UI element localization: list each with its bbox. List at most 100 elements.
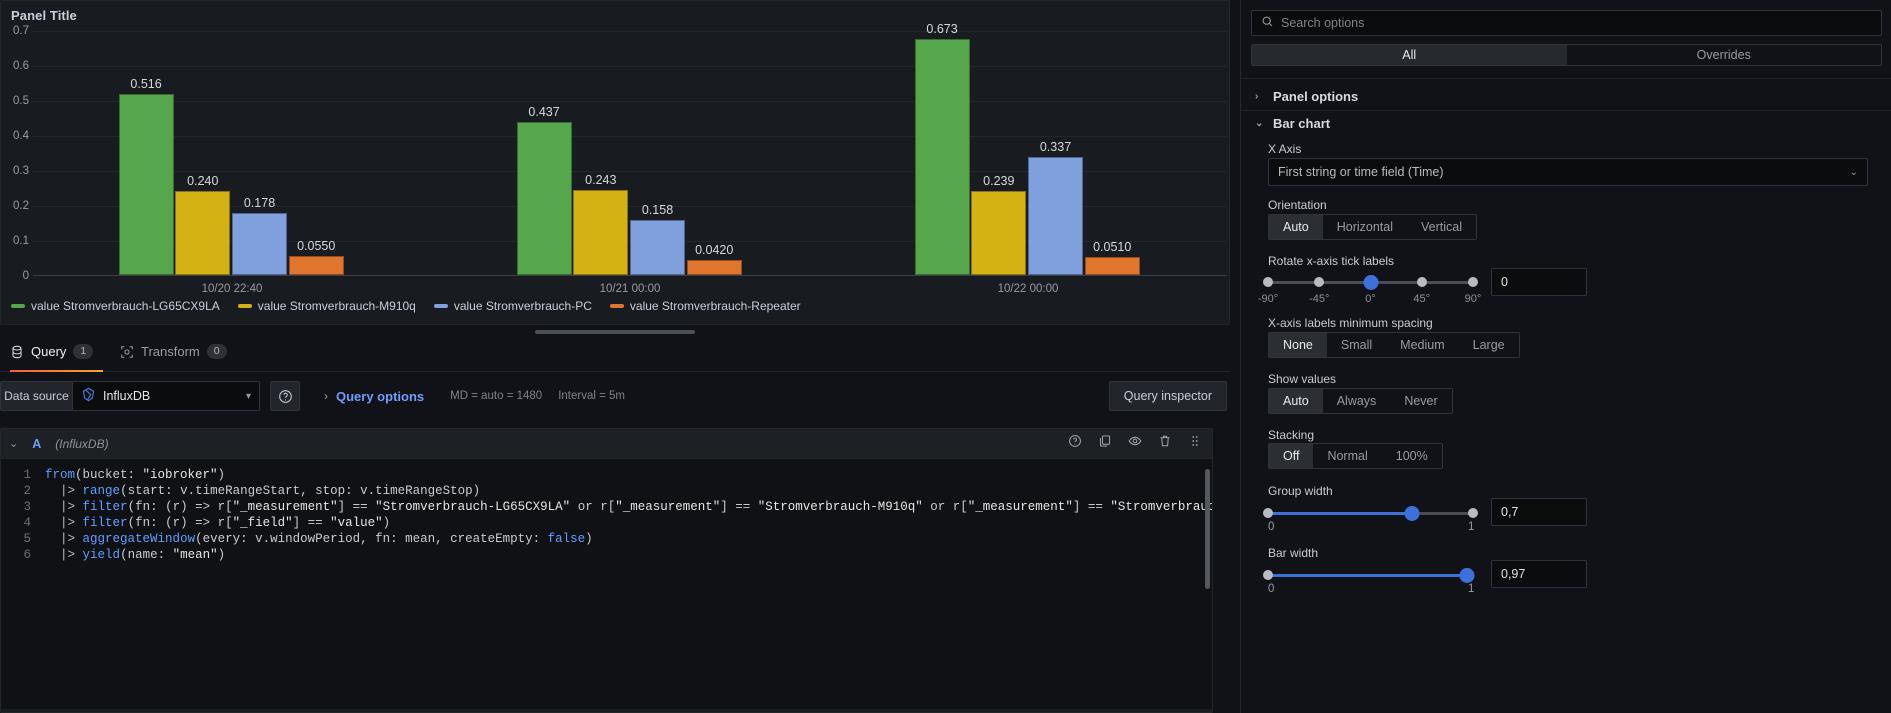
slider-dot-90[interactable]	[1468, 277, 1478, 287]
code-line-text[interactable]: |> yield(name: "mean")	[45, 547, 225, 563]
bar[interactable]	[971, 191, 1027, 275]
bar-width-input[interactable]: 0,97	[1491, 560, 1587, 588]
show-values-option-auto[interactable]: Auto	[1269, 389, 1323, 413]
stacking-option-100[interactable]: 100%	[1382, 444, 1442, 468]
x-axis-label: X Axis	[1268, 142, 1302, 156]
query-ref-id: A	[32, 436, 42, 451]
bar[interactable]	[573, 189, 629, 275]
legend-swatch	[433, 304, 448, 308]
duplicate-icon[interactable]	[1098, 434, 1112, 453]
slider-dot-max[interactable]	[1468, 508, 1478, 518]
gridline	[33, 31, 1227, 32]
slider-handle[interactable]	[1404, 506, 1419, 521]
bar[interactable]	[516, 122, 572, 275]
options-tab-overrides[interactable]: Overrides	[1567, 45, 1882, 65]
bar[interactable]	[630, 219, 685, 275]
y-axis-tick: 0	[22, 270, 29, 282]
section-bar-chart[interactable]: ⌄ Bar chart	[1255, 116, 1330, 131]
orientation-option-horizontal[interactable]: Horizontal	[1323, 215, 1407, 239]
options-filter-toggle[interactable]: All Overrides	[1251, 44, 1882, 66]
bar[interactable]	[118, 94, 174, 275]
query-options-toggle[interactable]: › Query options MD = auto = 1480 Interva…	[324, 389, 625, 404]
slider-tick-45: 45°	[1413, 293, 1431, 305]
slider-dot-min[interactable]	[1263, 570, 1273, 580]
bar[interactable]	[232, 212, 287, 275]
section-panel-options-label: Panel options	[1273, 89, 1359, 104]
group-width-input[interactable]: 0,7	[1491, 498, 1587, 526]
bar[interactable]	[1084, 257, 1140, 275]
datasource-help-icon[interactable]	[270, 381, 300, 411]
search-options-field[interactable]: Search options	[1251, 10, 1882, 36]
code-vertical-scrollbar[interactable]	[1205, 469, 1210, 589]
flux-query-editor[interactable]: 1 from(bucket: "iobroker") 2 |> range(star…	[1, 459, 1212, 709]
legend-item[interactable]: value Stromverbrauch-LG65CX9LA	[11, 299, 220, 313]
editor-tabs: Query 1 Transform 0	[0, 338, 1230, 372]
show-values-radio-group[interactable]: Auto Always Never	[1268, 388, 1453, 414]
legend-item[interactable]: value Stromverbrauch-M910q	[237, 299, 416, 313]
bar[interactable]	[1028, 157, 1083, 275]
orientation-option-vertical[interactable]: Vertical	[1407, 215, 1476, 239]
drag-handle-icon[interactable]	[1188, 434, 1202, 453]
slider-dot-45[interactable]	[1416, 277, 1427, 287]
code-line-text[interactable]: |> aggregateWindow(every: v.windowPeriod…	[45, 531, 593, 547]
orientation-radio-group[interactable]: Auto Horizontal Vertical	[1268, 214, 1477, 240]
bar-value-label: 0.437	[528, 105, 560, 120]
slider-dot-minus45[interactable]	[1314, 277, 1325, 287]
tab-query[interactable]: Query 1	[10, 344, 94, 367]
chevron-right-icon: ›	[1255, 91, 1259, 102]
query-options-md: MD = auto = 1480	[450, 390, 543, 402]
slider-dot-min[interactable]	[1263, 508, 1273, 518]
code-line: 4 |> filter(fn: (r) => r["_field"] == "v…	[1, 515, 1212, 531]
plot-area: 0.516 0.240 0.178 0.0550 10/20 22:40 0.437 0.2…	[33, 22, 1227, 295]
trash-icon[interactable]	[1158, 434, 1172, 453]
min-spacing-option-large[interactable]: Large	[1459, 333, 1519, 357]
min-spacing-option-medium[interactable]: Medium	[1386, 333, 1458, 357]
bar[interactable]	[914, 39, 970, 275]
show-values-option-never[interactable]: Never	[1390, 389, 1451, 413]
code-line-text[interactable]: from(bucket: "iobroker")	[45, 467, 225, 483]
code-line-text[interactable]: |> filter(fn: (r) => r["_field"] == "val…	[45, 515, 390, 531]
stacking-option-normal[interactable]: Normal	[1313, 444, 1381, 468]
help-circle-icon[interactable]	[1068, 434, 1082, 453]
options-tab-all[interactable]: All	[1252, 45, 1567, 65]
min-spacing-option-none[interactable]: None	[1269, 333, 1327, 357]
tab-transform[interactable]: Transform 0	[120, 344, 227, 367]
slider-dot-minus90[interactable]	[1263, 277, 1273, 287]
slider-tick-90: 90°	[1464, 293, 1482, 305]
bar[interactable]	[175, 191, 231, 275]
legend-label: value Stromverbrauch-M910q	[257, 299, 416, 313]
search-options-placeholder: Search options	[1281, 16, 1365, 30]
tab-transform-label: Transform	[141, 344, 200, 359]
datasource-picker[interactable]: InfluxDB ▾	[72, 381, 260, 411]
orientation-option-auto[interactable]: Auto	[1269, 215, 1323, 239]
code-line-text[interactable]: |> filter(fn: (r) => r["_measurement"] =…	[45, 499, 1212, 515]
stacking-option-off[interactable]: Off	[1269, 444, 1314, 468]
page-title: Panel Title	[11, 8, 77, 23]
chevron-down-icon[interactable]: ⌄	[9, 437, 18, 450]
legend-label: value Stromverbrauch-Repeater	[629, 299, 801, 313]
database-icon	[10, 345, 24, 359]
legend-label: value Stromverbrauch-LG65CX9LA	[31, 299, 220, 313]
legend-item[interactable]: value Stromverbrauch-Repeater	[609, 299, 801, 313]
x-axis-select[interactable]: First string or time field (Time) ⌄	[1268, 158, 1868, 186]
bar[interactable]	[288, 255, 344, 275]
options-pane: Search options All Overrides › Panel opt…	[1240, 0, 1891, 713]
query-row-a: ⌄ A (InfluxDB) 1 from(bucket: "iobroker"…	[0, 428, 1213, 713]
legend-item[interactable]: value Stromverbrauch-PC	[433, 299, 592, 313]
rotate-labels-value-input[interactable]: 0	[1491, 268, 1587, 296]
rotate-labels-label: Rotate x-axis tick labels	[1268, 254, 1395, 268]
slider-handle[interactable]	[1459, 568, 1475, 583]
bar-value-label: 0.0420	[695, 243, 734, 258]
min-spacing-radio-group[interactable]: None Small Medium Large	[1268, 332, 1520, 358]
stacking-radio-group[interactable]: Off Normal 100%	[1268, 443, 1443, 469]
group-width-min: 0	[1268, 521, 1275, 533]
section-panel-options[interactable]: › Panel options	[1255, 89, 1358, 104]
show-values-option-always[interactable]: Always	[1323, 389, 1391, 413]
bar[interactable]	[686, 260, 742, 275]
query-inspector-button[interactable]: Query inspector	[1108, 381, 1227, 411]
eye-icon[interactable]	[1128, 434, 1142, 453]
slider-handle[interactable]	[1363, 275, 1378, 290]
min-spacing-option-small[interactable]: Small	[1327, 333, 1386, 357]
panel-horizontal-scrollbar[interactable]	[535, 330, 695, 334]
code-line-text[interactable]: |> range(start: v.timeRangeStart, stop: …	[45, 483, 480, 499]
